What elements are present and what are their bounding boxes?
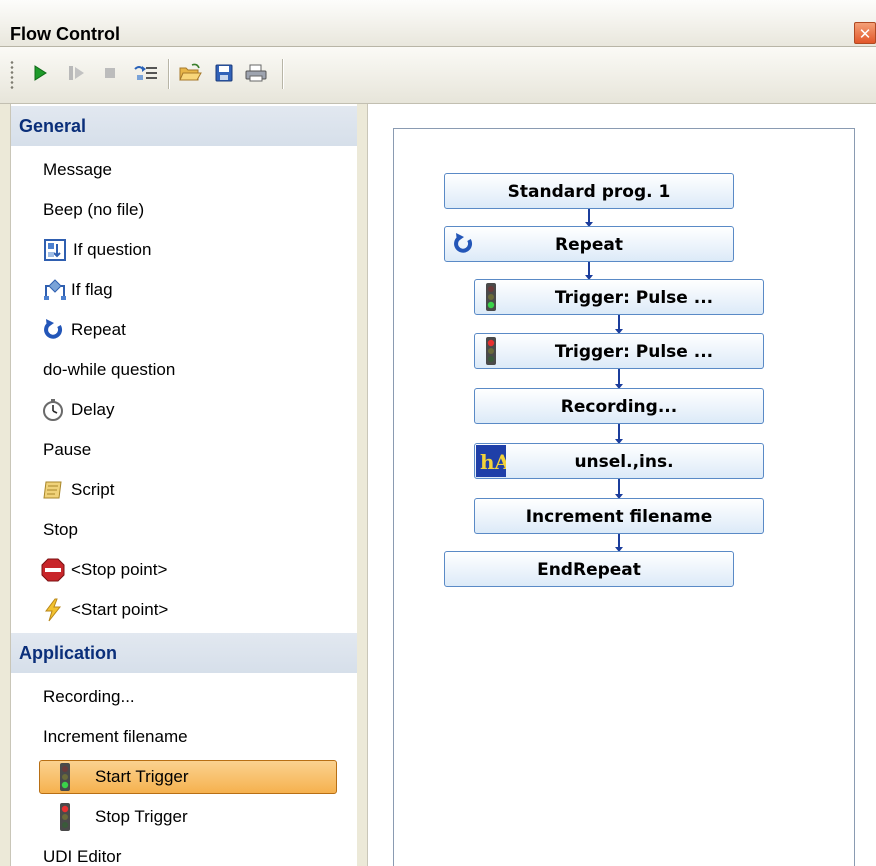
flow-connector [615, 369, 623, 389]
palette-item-stop-point[interactable]: <Stop point> [11, 550, 357, 590]
palette-item-label: If question [73, 240, 152, 259]
close-button[interactable]: ✕ [854, 22, 876, 44]
flow-node-label: Repeat [555, 235, 623, 255]
traffic-light-red-icon [486, 337, 496, 365]
flow-node-endrepeat[interactable]: EndRepeat [444, 551, 734, 587]
print-button[interactable] [242, 59, 270, 87]
palette-item-label: Stop [43, 520, 78, 539]
palette-item-label: Message [43, 160, 112, 179]
palette-item-label: Stop Trigger [95, 807, 188, 826]
toolbar-separator [282, 59, 284, 89]
palette-item-start-point[interactable]: <Start point> [11, 590, 357, 630]
palette-item-do-while[interactable]: do-while question [11, 350, 357, 390]
play-icon [34, 65, 47, 81]
stopwatch-icon [43, 399, 63, 421]
flow-node-trigger-start[interactable]: Trigger: Pulse ... [474, 279, 764, 315]
palette-item-label: Beep (no file) [43, 200, 145, 219]
toolbar [0, 47, 876, 104]
palette-item-label: <Stop point> [71, 560, 168, 579]
flow-node-recording[interactable]: Recording... [474, 388, 764, 424]
palette-item-label: do-while question [43, 360, 176, 379]
printer-icon [245, 64, 267, 82]
panel-splitter[interactable] [357, 104, 367, 866]
palette-item-label: If flag [71, 280, 113, 299]
palette-item-start-trigger[interactable]: Start Trigger [11, 757, 357, 797]
if-question-icon [44, 239, 66, 261]
stop-sign-icon [41, 558, 65, 582]
palette-item-label: Recording... [43, 687, 135, 706]
list-icon [134, 66, 157, 80]
section-label: General [19, 116, 87, 136]
section-header-general[interactable]: General [11, 106, 357, 146]
flow-node-label: unsel.,ins. [574, 452, 674, 472]
traffic-light-green-icon [486, 283, 496, 311]
palette-item-label: Repeat [71, 320, 126, 339]
flow-node-increment-filename[interactable]: Increment filename [474, 498, 764, 534]
traffic-light-red-icon [60, 803, 70, 831]
flow-node-unsel-ins[interactable]: hA unsel.,ins. [474, 443, 764, 479]
folder-open-icon [179, 63, 202, 81]
palette-item-label: Script [71, 480, 115, 499]
run-button[interactable] [26, 59, 54, 87]
flow-connector [585, 262, 593, 280]
traffic-light-green-icon [60, 763, 70, 791]
palette-item-stop-trigger[interactable]: Stop Trigger [11, 797, 357, 837]
save-button[interactable] [210, 59, 238, 87]
flow-node-label: Recording... [560, 397, 678, 417]
palette-item-label: Start Trigger [95, 767, 189, 786]
palette-item-label: Delay [71, 400, 115, 419]
scroll-icon [43, 481, 62, 499]
flow-node-repeat[interactable]: Repeat [444, 226, 734, 262]
palette-item-label: Pause [43, 440, 92, 459]
flow-node-label: Trigger: Pulse ... [554, 342, 714, 362]
step-button[interactable] [62, 59, 90, 87]
palette-item-udi-editor[interactable]: UDI Editor [11, 837, 357, 866]
title-bar: Flow Control ✕ [0, 0, 876, 47]
palette-item-increment-filename[interactable]: Increment filename [11, 717, 357, 757]
flow-node-trigger-stop[interactable]: Trigger: Pulse ... [474, 333, 764, 369]
palette-item-message[interactable]: Message [11, 150, 357, 190]
flow-control-window: Flow Control ✕ General Message Beep (no … [0, 0, 876, 866]
palette-item-repeat[interactable]: Repeat [11, 310, 357, 350]
palette-item-if-flag[interactable]: If flag [11, 270, 357, 310]
flow-node-label: EndRepeat [537, 560, 641, 580]
flow-connector [615, 315, 623, 334]
stop-icon [105, 68, 115, 78]
palette-item-stop[interactable]: Stop [11, 510, 357, 550]
flow-node-label: Increment filename [525, 507, 713, 527]
palette-item-beep[interactable]: Beep (no file) [11, 190, 357, 230]
palette-item-recording[interactable]: Recording... [11, 677, 357, 717]
palette-item-label: Increment filename [43, 727, 188, 746]
palette-item-pause[interactable]: Pause [11, 430, 357, 470]
toolbar-separator [168, 59, 170, 89]
list-button[interactable] [132, 59, 160, 87]
if-flag-icon [44, 279, 66, 300]
lightning-icon [45, 598, 62, 622]
toolbar-grip[interactable] [10, 60, 14, 90]
flow-node-label: Standard prog. 1 [507, 182, 671, 202]
flow-node-standard-prog[interactable]: Standard prog. 1 [444, 173, 734, 209]
section-label: Application [19, 643, 117, 663]
palette-item-label: UDI Editor [43, 847, 122, 866]
step-icon [69, 66, 84, 80]
item-palette: General Message Beep (no file) If questi… [10, 104, 358, 866]
stop-button[interactable] [96, 59, 124, 87]
flow-connector [615, 534, 623, 552]
flow-connector [615, 424, 623, 444]
repeat-icon [44, 319, 63, 339]
floppy-disk-icon [215, 64, 233, 82]
flow-node-label: Trigger: Pulse ... [554, 288, 714, 308]
open-button[interactable] [176, 59, 204, 87]
palette-item-script[interactable]: Script [11, 470, 357, 510]
palette-item-delay[interactable]: Delay [11, 390, 357, 430]
flow-connector [615, 479, 623, 499]
palette-item-label: <Start point> [71, 600, 169, 619]
flow-connector [585, 209, 593, 227]
window-title: Flow Control [10, 24, 120, 44]
palette-item-if-question[interactable]: If question [11, 230, 357, 270]
section-header-application[interactable]: Application [11, 633, 357, 673]
